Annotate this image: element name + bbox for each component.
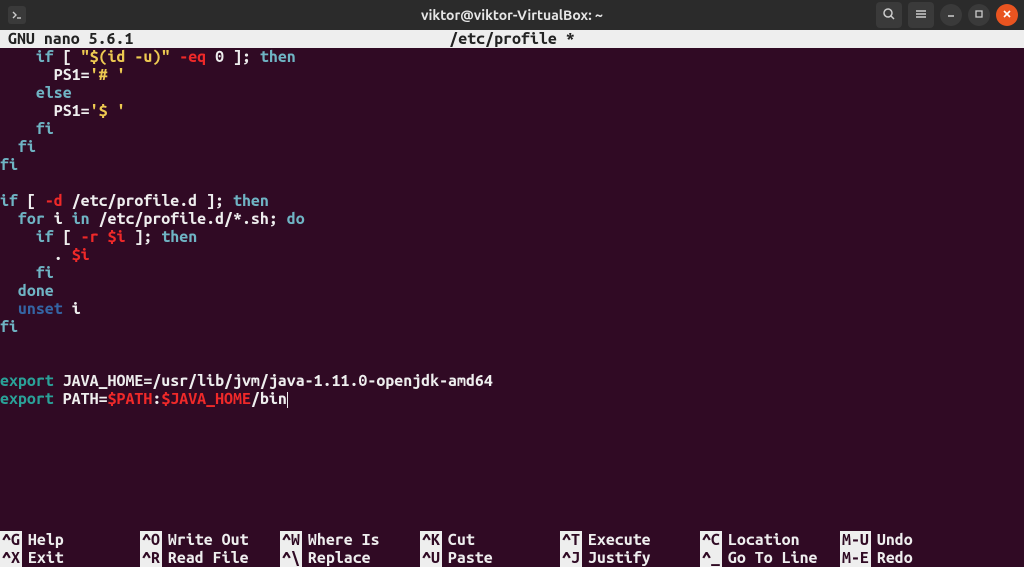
help-shortcut: ^G Help [0,531,140,549]
help-shortcut: M-U Undo [840,531,980,549]
help-shortcut: ^O Write Out [140,531,280,549]
terminal-area[interactable]: GNU nano 5.6.1 /etc/profile * if [ "$(id… [0,30,1024,567]
help-shortcut: ^R Read File [140,549,280,567]
help-shortcut: ^\ Replace [280,549,420,567]
shortcut-label: Undo [877,531,913,549]
nano-header: GNU nano 5.6.1 /etc/profile * [0,30,1024,48]
close-icon [1001,7,1013,23]
shortcut-key: ^O [140,531,162,549]
shortcut-label: Location [728,531,800,549]
shortcut-key: ^_ [700,549,722,567]
editor-line: done [0,282,1024,300]
shortcut-label: Write Out [168,531,249,549]
shortcut-key: ^U [420,549,442,567]
editor-line: PS1='$ ' [0,102,1024,120]
editor-line: if [ -r $i ]; then [0,228,1024,246]
search-icon [882,7,896,24]
shortcut-label: Execute [588,531,651,549]
editor-line [0,354,1024,372]
help-shortcut: ^J Justify [560,549,700,567]
shortcut-label: Paste [448,549,493,567]
editor-line: export PATH=$PATH:$JAVA_HOME/bin [0,390,1024,408]
close-button[interactable] [996,4,1018,26]
minimize-icon [945,7,957,23]
help-shortcut: ^_ Go To Line [700,549,840,567]
help-shortcut: ^K Cut [420,531,560,549]
shortcut-key: ^W [280,531,302,549]
nano-help-bar: ^G Help ^O Write Out ^W Where Is ^K Cut ^T Execut… [0,531,1024,567]
editor-line: else [0,84,1024,102]
shortcut-key: ^X [0,549,22,567]
shortcut-label: Replace [308,549,371,567]
help-shortcut: ^X Exit [0,549,140,567]
shortcut-key: M-U [840,531,871,549]
minimize-button[interactable] [940,4,962,26]
shortcut-key: ^J [560,549,582,567]
shortcut-label: Justify [588,549,651,567]
hamburger-icon [914,7,928,24]
help-shortcut: ^T Execute [560,531,700,549]
editor-line: fi [0,156,1024,174]
editor-content[interactable]: if [ "$(id -u)" -eq 0 ]; then PS1='# ' e… [0,48,1024,408]
editor-line: unset i [0,300,1024,318]
editor-line [0,174,1024,192]
editor-line: for i in /etc/profile.d/*.sh; do [0,210,1024,228]
menu-button[interactable] [908,2,934,28]
terminal-app-icon [8,6,26,24]
editor-line: . $i [0,246,1024,264]
editor-line: fi [0,264,1024,282]
shortcut-label: Go To Line [728,549,818,567]
editor-line: PS1='# ' [0,66,1024,84]
help-shortcut: ^W Where Is [280,531,420,549]
text-cursor [287,392,288,408]
editor-line: export JAVA_HOME=/usr/lib/jvm/java-1.11.… [0,372,1024,390]
shortcut-label: Exit [28,549,64,567]
help-row-2: ^X Exit ^R Read File ^\ Replace ^U Paste ^J Justi… [0,549,1024,567]
shortcut-label: Help [28,531,64,549]
editor-line [0,336,1024,354]
shortcut-label: Where Is [308,531,380,549]
shortcut-key: ^R [140,549,162,567]
shortcut-key: ^\ [280,549,302,567]
help-shortcut: ^U Paste [420,549,560,567]
search-button[interactable] [876,2,902,28]
editor-line: if [ -d /etc/profile.d ]; then [0,192,1024,210]
maximize-button[interactable] [968,4,990,26]
shortcut-key: ^K [420,531,442,549]
editor-line: if [ "$(id -u)" -eq 0 ]; then [0,48,1024,66]
shortcut-key: M-E [840,549,871,567]
help-row-1: ^G Help ^O Write Out ^W Where Is ^K Cut ^T Execut… [0,531,1024,549]
window-title: viktor@viktor-VirtualBox: ~ [0,7,1024,23]
shortcut-key: ^T [560,531,582,549]
help-shortcut: M-E Redo [840,549,980,567]
shortcut-label: Cut [448,531,475,549]
editor-line: fi [0,120,1024,138]
shortcut-label: Redo [877,549,913,567]
shortcut-key: ^G [0,531,22,549]
window-titlebar: viktor@viktor-VirtualBox: ~ [0,0,1024,30]
maximize-icon [973,7,985,23]
shortcut-key: ^C [700,531,722,549]
shortcut-label: Read File [168,549,249,567]
editor-line: fi [0,318,1024,336]
nano-filename: /etc/profile * [0,30,1024,48]
editor-line: fi [0,138,1024,156]
help-shortcut: ^C Location [700,531,840,549]
